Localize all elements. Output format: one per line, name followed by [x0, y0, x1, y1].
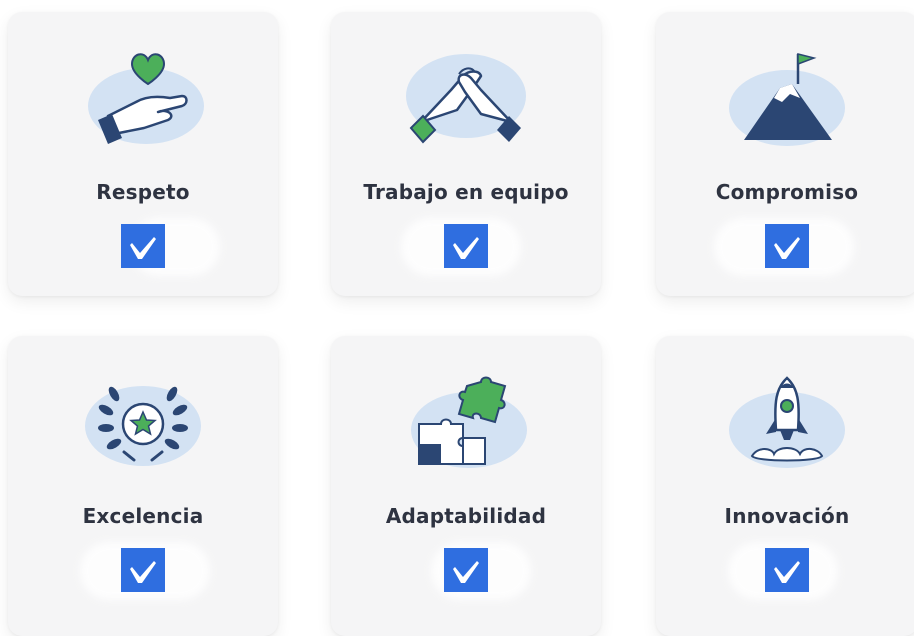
- checkmark-icon: [130, 237, 156, 259]
- checkbox-checked[interactable]: [765, 224, 809, 268]
- heart-hand-icon: [88, 53, 204, 144]
- checkbox-checked[interactable]: [444, 548, 488, 592]
- value-label: Respeto: [96, 180, 190, 204]
- checkmark-icon: [774, 237, 800, 259]
- mountain-flag-icon: [729, 53, 845, 146]
- laurel-star-icon: [85, 386, 201, 466]
- value-card-respeto: Respeto: [8, 12, 278, 296]
- puzzle-icon: [411, 376, 527, 468]
- value-card-innovacion: Innovación: [656, 336, 914, 636]
- value-label: Adaptabilidad: [385, 504, 547, 528]
- checkmark-icon: [453, 237, 479, 259]
- value-card-excelencia: Excelencia: [8, 336, 278, 636]
- checkmark-icon: [774, 561, 800, 583]
- value-label: Trabajo en equipo: [363, 180, 569, 204]
- checkbox-checked[interactable]: [444, 224, 488, 268]
- value-card-compromiso: Compromiso: [656, 12, 914, 296]
- checkbox-checked[interactable]: [765, 548, 809, 592]
- value-card-trabajo-en-equipo: Trabajo en equipo: [331, 12, 601, 296]
- value-card-adaptabilidad: Adaptabilidad: [331, 336, 601, 636]
- rocket-icon: [729, 376, 845, 468]
- checkbox-checked[interactable]: [121, 548, 165, 592]
- handshake-icon: [406, 54, 526, 144]
- checkmark-icon: [453, 561, 479, 583]
- value-label: Excelencia: [82, 504, 204, 528]
- checkbox-checked[interactable]: [121, 224, 165, 268]
- checkmark-icon: [130, 561, 156, 583]
- value-label: Compromiso: [715, 180, 859, 204]
- value-label: Innovación: [724, 504, 850, 528]
